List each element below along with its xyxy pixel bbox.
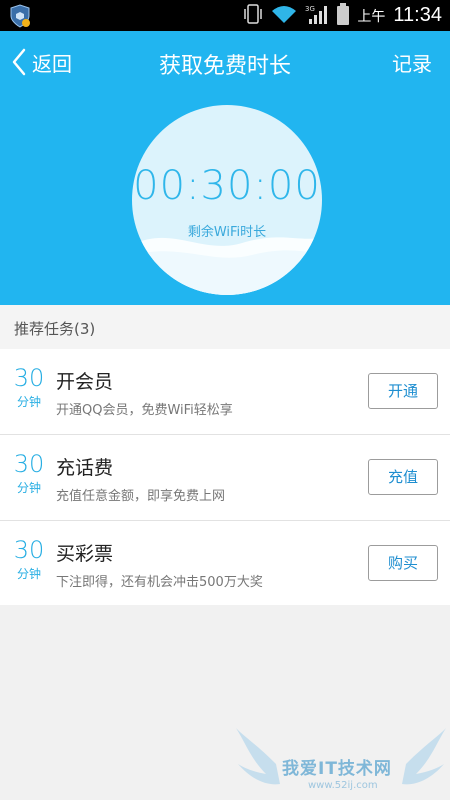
task-amount-unit: 分钟 [16,567,41,581]
page-title: 获取免费时长 [158,54,291,79]
task-amount-unit: 分钟 [16,395,41,409]
record-button[interactable]: 记录 [392,48,432,77]
header: 返回 获取免费时长 记录 00:30:00 剩余WiFi时长 [0,31,450,305]
vibrate-icon [243,3,263,29]
task-row: 30 分钟 买彩票 下注即得，还有机会冲击500万大奖 购买 [0,521,450,605]
task-description: 充值任意金额，即享免费上网 [56,489,226,504]
section-header: 推荐任务(3) [0,305,450,349]
task-amount-value: 30 [13,536,45,564]
status-bar: 3G 上午 11:34 [0,0,450,31]
watermark-text: 我爱IT技术网 [282,759,392,779]
wifi-timer: 00:30:00 剩余WiFi时长 [132,105,322,295]
section-title: 推荐任务(3) [14,320,96,338]
battery-icon [337,2,350,29]
task-title: 买彩票 [56,543,114,565]
task-amount: 30 分钟 [12,537,46,582]
watermark-url: www.52ij.com [308,780,378,791]
task-list: 30 分钟 开会员 开通QQ会员，免费WiFi轻松享 开通 30 分钟 充话费 … [0,349,450,605]
task-amount-value: 30 [13,364,45,392]
status-time: 11:34 [393,4,442,26]
svg-text:3G: 3G [305,5,315,13]
open-membership-button[interactable]: 开通 [368,373,438,409]
task-row: 30 分钟 开会员 开通QQ会员，免费WiFi轻松享 开通 [0,349,450,435]
task-description: 开通QQ会员，免费WiFi轻松享 [56,403,233,418]
status-right: 3G 上午 11:34 [243,0,442,31]
task-description: 下注即得，还有机会冲击500万大奖 [56,575,263,590]
status-am-label: 上午 [357,8,386,25]
task-amount-unit: 分钟 [16,481,41,495]
shield-icon [8,4,32,28]
signal-icon: 3G [305,3,329,29]
nav-bar: 返回 获取免费时长 记录 [0,31,450,93]
task-row: 30 分钟 充话费 充值任意金额，即享免费上网 充值 [0,435,450,521]
task-amount-value: 30 [13,450,45,478]
task-title: 充话费 [56,457,114,479]
timer-value: 00:30:00 [133,163,321,209]
task-amount: 30 分钟 [12,365,46,410]
timer-caption: 剩余WiFi时长 [187,225,267,240]
buy-lottery-button[interactable]: 购买 [368,545,438,581]
watermark: 我爱IT技术网 www.52ij.com [236,724,446,800]
task-title: 开会员 [56,371,114,393]
task-amount: 30 分钟 [12,451,46,496]
recharge-button[interactable]: 充值 [368,459,438,495]
wifi-icon [271,4,297,28]
